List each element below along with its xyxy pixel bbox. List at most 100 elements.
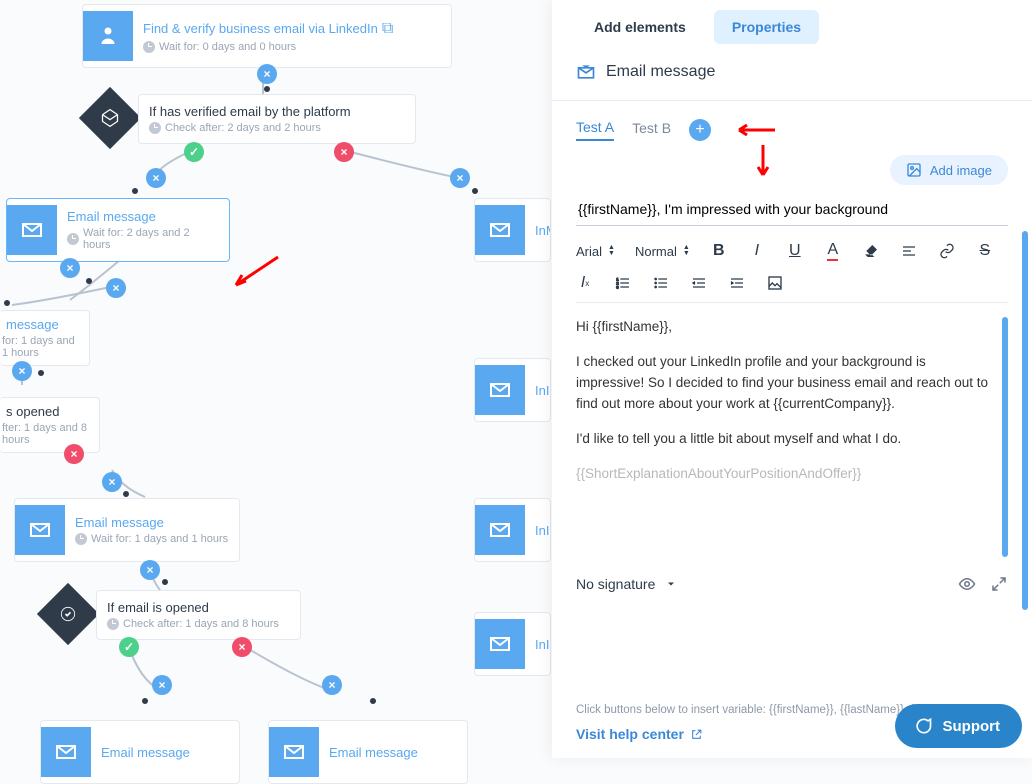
underline-button[interactable]: U <box>786 242 804 260</box>
node-opened-partial[interactable]: s opened fter: 1 days and 8 hours <box>0 397 100 453</box>
node-message-partial[interactable]: message for: 1 days and 1 hours <box>0 310 90 366</box>
clear-format-button[interactable]: Ix <box>576 274 594 292</box>
close-chip[interactable]: × <box>322 675 342 695</box>
connector-dot <box>264 86 270 92</box>
body-line: Hi {{firstName}}, <box>576 317 996 338</box>
expand-icon[interactable] <box>990 575 1008 593</box>
connector-dot <box>370 698 376 704</box>
section-title: Email message <box>606 63 715 81</box>
yes-chip[interactable]: ✓ <box>119 637 139 657</box>
panel-tabs: Add elements Properties <box>576 10 1008 44</box>
align-button[interactable] <box>900 242 918 260</box>
node-if-opened[interactable]: If email is opened Check after: 1 days a… <box>96 590 301 640</box>
node-inmail[interactable]: InI <box>474 358 551 422</box>
editor-scrollbar[interactable] <box>1002 317 1008 557</box>
email-icon <box>475 205 525 255</box>
strike-button[interactable]: S <box>976 242 994 260</box>
node-title: InI <box>535 523 549 538</box>
font-select[interactable]: Arial▲▼ <box>576 244 615 259</box>
tab-add-elements[interactable]: Add elements <box>576 10 704 44</box>
close-chip[interactable]: × <box>450 168 470 188</box>
highlight-button[interactable] <box>862 242 880 260</box>
image-icon <box>906 162 922 178</box>
node-inmail[interactable]: InI <box>474 612 551 676</box>
node-find-email[interactable]: Find & verify business email via LinkedI… <box>82 4 452 68</box>
yes-chip[interactable]: ✓ <box>184 142 204 162</box>
close-chip[interactable]: × <box>257 64 277 84</box>
color-button[interactable]: A <box>824 242 842 260</box>
node-title: s opened <box>6 404 89 419</box>
image-insert-button[interactable] <box>766 274 784 292</box>
ul-button[interactable] <box>652 274 670 292</box>
node-title: Find & verify business email via LinkedI… <box>143 21 378 36</box>
connector-dot <box>162 579 168 585</box>
connector-dot <box>38 370 44 376</box>
email-icon <box>475 365 525 415</box>
signature-select[interactable]: No signature <box>576 576 677 592</box>
close-chip[interactable]: × <box>140 560 160 580</box>
linkedin-icon <box>83 11 133 61</box>
svg-text:3: 3 <box>616 284 619 289</box>
node-title: If has verified email by the platform <box>149 104 351 119</box>
node-inmail[interactable]: InI <box>474 498 551 562</box>
close-chip[interactable]: × <box>60 258 80 278</box>
no-chip[interactable]: × <box>334 142 354 162</box>
scrollbar[interactable] <box>1022 231 1028 610</box>
outdent-button[interactable] <box>690 274 708 292</box>
clock-icon <box>107 618 119 630</box>
annotation-arrow <box>754 143 772 181</box>
connector-dot <box>4 300 10 306</box>
support-button[interactable]: Support <box>895 704 1023 748</box>
clock-icon <box>149 122 161 134</box>
close-chip[interactable]: × <box>12 361 32 381</box>
close-chip[interactable]: × <box>146 168 166 188</box>
chevron-down-icon <box>665 578 677 590</box>
tab-properties[interactable]: Properties <box>714 10 819 44</box>
node-email[interactable]: Email message <box>40 720 240 784</box>
preview-icon[interactable] <box>958 575 976 593</box>
node-title: message <box>6 317 79 332</box>
node-email[interactable]: Email message <box>268 720 468 784</box>
external-icon[interactable]: ⧉ <box>382 20 393 37</box>
email-icon <box>41 727 91 777</box>
condition-node[interactable] <box>79 87 141 149</box>
close-chip[interactable]: × <box>152 675 172 695</box>
node-inmail[interactable]: InMail message <box>474 198 551 262</box>
indent-button[interactable] <box>728 274 746 292</box>
email-icon <box>576 62 596 82</box>
tab-test-a[interactable]: Test A <box>576 119 614 141</box>
node-title: InI <box>535 637 549 652</box>
email-icon <box>15 505 65 555</box>
email-icon <box>475 505 525 555</box>
no-chip[interactable]: × <box>64 444 84 464</box>
annotation-arrow <box>230 255 280 291</box>
bold-button[interactable]: B <box>710 242 728 260</box>
node-email-selected[interactable]: Email message Wait for: 2 days and 2 hou… <box>6 198 230 262</box>
connector-dot <box>123 491 129 497</box>
node-if-verified[interactable]: If has verified email by the platform Ch… <box>138 94 416 144</box>
editor-body[interactable]: Hi {{firstName}}, I checked out your Lin… <box>576 317 996 557</box>
email-icon <box>475 619 525 669</box>
node-title: Email message <box>329 745 418 760</box>
close-chip[interactable]: × <box>106 278 126 298</box>
condition-node[interactable] <box>37 583 99 645</box>
node-email[interactable]: Email message Wait for: 1 days and 1 hou… <box>14 498 240 562</box>
link-button[interactable] <box>938 242 956 260</box>
body-line: I checked out your LinkedIn profile and … <box>576 352 996 415</box>
no-chip[interactable]: × <box>232 637 252 657</box>
italic-button[interactable]: I <box>748 242 766 260</box>
editor-toolbar: Arial▲▼ Normal▲▼ B I U A S Ix 123 <box>576 236 1008 303</box>
email-icon <box>7 205 57 255</box>
add-test-button[interactable]: + <box>689 119 711 141</box>
node-title: InMail message <box>535 223 551 238</box>
size-select[interactable]: Normal▲▼ <box>635 244 690 259</box>
workflow-canvas[interactable]: Find & verify business email via LinkedI… <box>0 0 551 758</box>
ol-button[interactable]: 123 <box>614 274 632 292</box>
updown-icon: ▲▼ <box>683 245 690 257</box>
connector-dot <box>142 698 148 704</box>
tab-test-b[interactable]: Test B <box>632 120 671 140</box>
add-image-button[interactable]: Add image <box>890 155 1008 185</box>
close-chip[interactable]: × <box>102 472 122 492</box>
editor[interactable]: Hi {{firstName}}, I checked out your Lin… <box>576 317 1008 557</box>
subject-input[interactable] <box>576 193 1008 226</box>
